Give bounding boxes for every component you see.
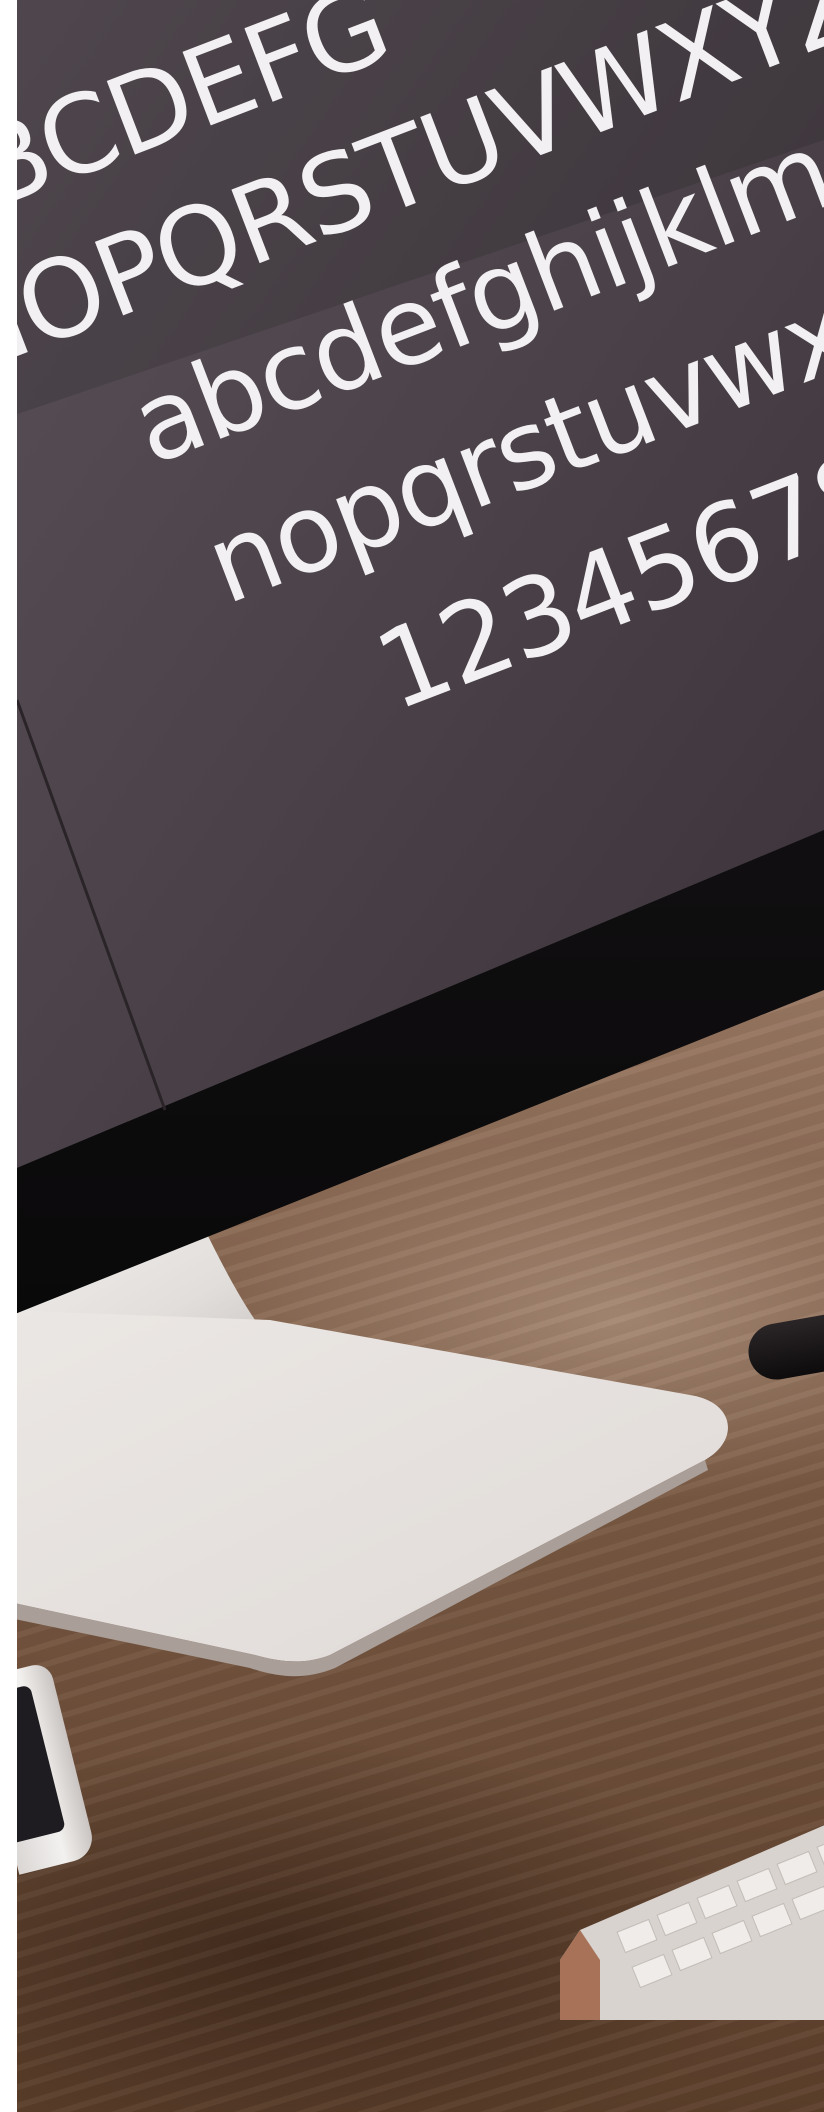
monitor-base: [0, 1310, 728, 1662]
photo-scene: ABCDEFG NOPQRSTUVWXYZ abcdefghijklm nopq…: [0, 0, 824, 2112]
keyboard: [560, 1825, 824, 2020]
image-border: [0, 0, 17, 2112]
